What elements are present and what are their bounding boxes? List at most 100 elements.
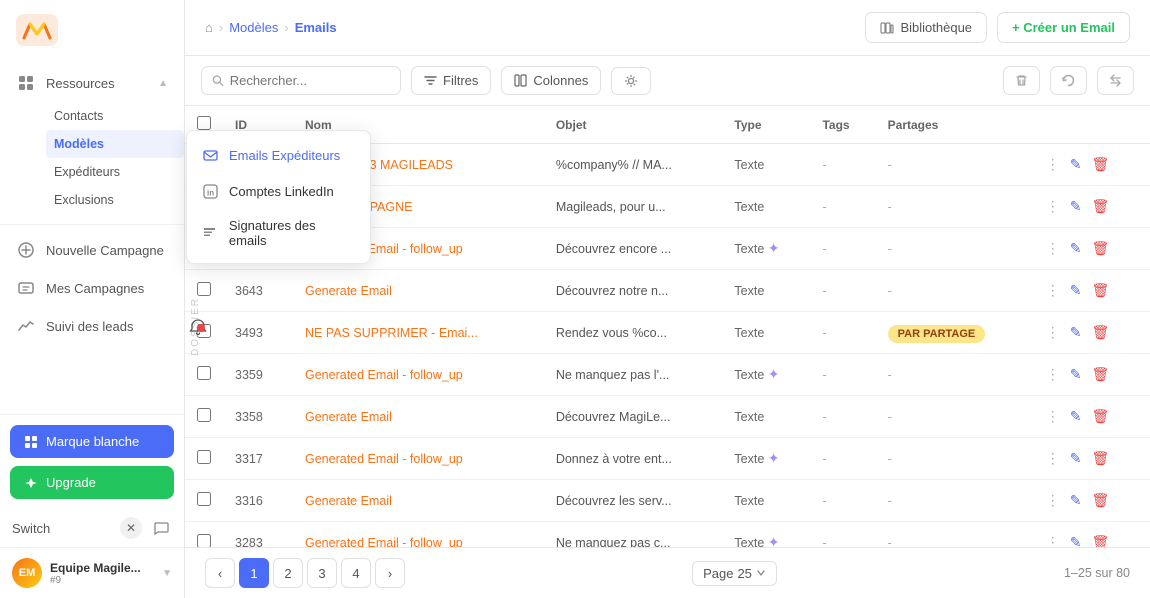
row-checkbox[interactable] xyxy=(197,534,211,547)
marque-blanche-label: Marque blanche xyxy=(46,434,139,449)
row-actions: ⋮ ✎ 🗑 xyxy=(1043,279,1138,302)
row-delete-button[interactable]: 🗑 xyxy=(1088,195,1112,218)
table-row: 3358 Generate Email Découvrez MagiLe... … xyxy=(185,396,1150,438)
row-more-button[interactable]: ⋮ xyxy=(1043,237,1063,260)
row-name-link[interactable]: Generated Email - follow_up xyxy=(305,368,463,382)
row-checkbox-cell xyxy=(185,522,223,548)
row-partages: - xyxy=(876,186,1031,228)
row-name-link[interactable]: Generated Email - follow_up xyxy=(305,536,463,548)
row-edit-button[interactable]: ✎ xyxy=(1067,153,1085,176)
row-delete-button[interactable]: 🗑 xyxy=(1088,153,1112,176)
prev-page-button[interactable]: ‹ xyxy=(205,558,235,588)
sidebar-item-exclusions[interactable]: Exclusions xyxy=(46,186,184,214)
page-2-button[interactable]: 2 xyxy=(273,558,303,588)
dropdown-item-comptes-linkedin[interactable]: in Comptes LinkedIn xyxy=(187,173,370,209)
row-delete-button[interactable]: 🗑 xyxy=(1088,237,1112,260)
row-delete-button[interactable]: 🗑 xyxy=(1088,321,1112,344)
row-name-link[interactable]: Generate Email xyxy=(305,410,392,424)
row-checkbox[interactable] xyxy=(197,492,211,506)
row-delete-button[interactable]: 🗑 xyxy=(1088,279,1112,302)
row-more-button[interactable]: ⋮ xyxy=(1043,531,1063,547)
dropdown-item-icon-signatures-emails xyxy=(201,224,219,242)
trash-button[interactable] xyxy=(1003,66,1040,95)
row-more-button[interactable]: ⋮ xyxy=(1043,447,1063,470)
sidebar-item-ressources[interactable]: Ressources ▲ xyxy=(0,64,184,102)
creer-email-button[interactable]: + Créer un Email xyxy=(997,12,1130,43)
row-name: Generated Email - follow_up xyxy=(293,354,544,396)
row-delete-button[interactable]: 🗑 xyxy=(1088,447,1112,470)
row-edit-button[interactable]: ✎ xyxy=(1067,489,1085,512)
row-checkbox[interactable] xyxy=(197,450,211,464)
row-name-link[interactable]: Generate Email xyxy=(305,494,392,508)
row-delete-button[interactable]: 🗑 xyxy=(1088,405,1112,428)
campagne-icon xyxy=(16,240,36,260)
row-name-link[interactable]: NE PAS SUPPRIMER - Emai... xyxy=(305,326,478,340)
switch-close-button[interactable]: ✕ xyxy=(120,517,142,539)
row-more-button[interactable]: ⋮ xyxy=(1043,279,1063,302)
row-edit-button[interactable]: ✎ xyxy=(1067,237,1085,260)
row-more-button[interactable]: ⋮ xyxy=(1043,195,1063,218)
row-id: 3317 xyxy=(223,438,293,480)
row-more-button[interactable]: ⋮ xyxy=(1043,363,1063,386)
col-partages: Partages xyxy=(876,106,1031,144)
row-delete-button[interactable]: 🗑 xyxy=(1088,363,1112,386)
row-checkbox[interactable] xyxy=(197,408,211,422)
page-size-selector[interactable]: Page 25 xyxy=(692,561,777,586)
row-more-button[interactable]: ⋮ xyxy=(1043,489,1063,512)
settings-button[interactable] xyxy=(611,67,651,95)
home-icon[interactable]: ⌂ xyxy=(205,20,213,35)
row-name-link[interactable]: Generated Email - follow_up xyxy=(305,452,463,466)
user-name: Equipe Magile... xyxy=(50,561,162,575)
ai-icon: ✦ xyxy=(768,450,780,466)
row-delete-button[interactable]: 🗑 xyxy=(1088,531,1112,547)
sidebar-item-contacts[interactable]: Contacts xyxy=(46,102,184,130)
row-edit-button[interactable]: ✎ xyxy=(1067,363,1085,386)
filtres-button[interactable]: Filtres xyxy=(411,66,491,95)
switch-message-icon[interactable] xyxy=(150,517,172,539)
row-more-button[interactable]: ⋮ xyxy=(1043,405,1063,428)
notification-badge[interactable] xyxy=(189,318,211,340)
dropdown-item-signatures-emails[interactable]: Signatures des emails xyxy=(187,209,370,257)
next-page-button[interactable]: › xyxy=(375,558,405,588)
sidebar-item-nouvelle-campagne[interactable]: Nouvelle Campagne xyxy=(0,231,184,269)
dropdown-item-emails-expediteurs[interactable]: Emails Expéditeurs xyxy=(187,137,370,173)
nav-section-main: Ressources ▲ Contacts Modèles Expéditeur… xyxy=(0,60,184,218)
row-delete-button[interactable]: 🗑 xyxy=(1088,489,1112,512)
row-name-link[interactable]: Generate Email xyxy=(305,284,392,298)
dropdown-menu: Emails Expéditeurs in Comptes LinkedIn S… xyxy=(186,130,371,264)
sidebar-item-suivi-leads[interactable]: Suivi des leads xyxy=(0,307,184,345)
page-4-button[interactable]: 4 xyxy=(341,558,371,588)
row-name: Generated Email - follow_up xyxy=(293,438,544,480)
bibliotheque-button[interactable]: Bibliothèque xyxy=(865,12,987,43)
search-input[interactable] xyxy=(230,73,390,88)
ressources-icon xyxy=(16,73,36,93)
row-edit-button[interactable]: ✎ xyxy=(1067,405,1085,428)
row-edit-button[interactable]: ✎ xyxy=(1067,279,1085,302)
row-more-button[interactable]: ⋮ xyxy=(1043,321,1063,344)
modeles-subitem: Modèles xyxy=(0,130,184,158)
row-edit-button[interactable]: ✎ xyxy=(1067,321,1085,344)
row-edit-button[interactable]: ✎ xyxy=(1067,531,1085,547)
table-row: 3359 Generated Email - follow_up Ne manq… xyxy=(185,354,1150,396)
sidebar-item-expediteurs[interactable]: Expéditeurs xyxy=(46,158,184,186)
marque-blanche-button[interactable]: Marque blanche xyxy=(10,425,174,458)
move-button[interactable] xyxy=(1097,66,1134,95)
row-actions: ⋮ ✎ 🗑 xyxy=(1043,447,1138,470)
colonnes-button[interactable]: Colonnes xyxy=(501,66,601,95)
footer-pagination: ‹ 1 2 3 4 › Page 25 1–25 sur 80 xyxy=(185,547,1150,598)
refresh-button[interactable] xyxy=(1050,66,1087,95)
row-more-button[interactable]: ⋮ xyxy=(1043,153,1063,176)
row-edit-button[interactable]: ✎ xyxy=(1067,447,1085,470)
upgrade-button[interactable]: Upgrade xyxy=(10,466,174,499)
row-partages: - xyxy=(876,522,1031,548)
sidebar-item-modeles[interactable]: Modèles xyxy=(46,130,184,158)
row-tags: - xyxy=(810,354,875,396)
user-profile[interactable]: EM Equipe Magile... #9 ▼ xyxy=(0,547,184,598)
page-1-button[interactable]: 1 xyxy=(239,558,269,588)
sidebar-item-mes-campagnes[interactable]: Mes Campagnes xyxy=(0,269,184,307)
select-all-checkbox[interactable] xyxy=(197,116,211,130)
refresh-icon xyxy=(1061,73,1076,88)
page-3-button[interactable]: 3 xyxy=(307,558,337,588)
breadcrumb-modeles[interactable]: Modèles xyxy=(229,20,278,35)
row-edit-button[interactable]: ✎ xyxy=(1067,195,1085,218)
